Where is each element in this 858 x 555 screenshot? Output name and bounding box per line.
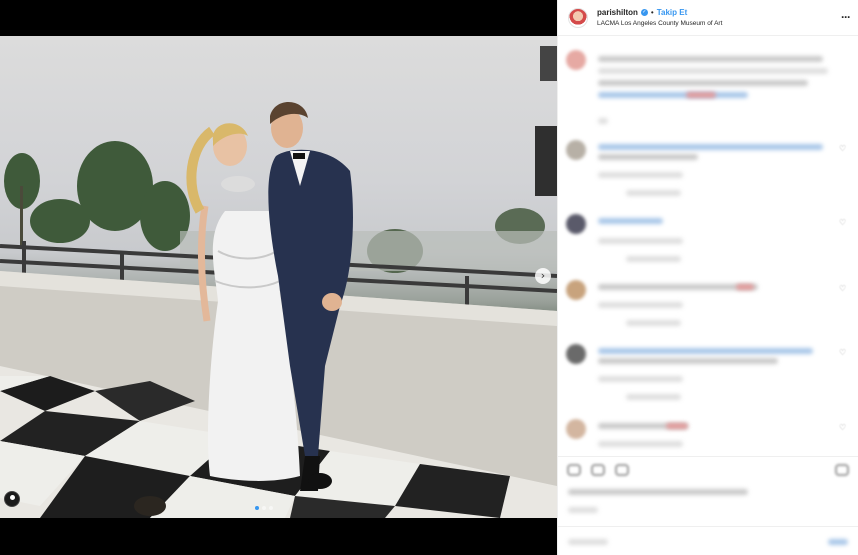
heart-icon[interactable]: ♡: [839, 285, 846, 293]
photo-scene: [0, 46, 557, 518]
separator-dot: •: [650, 7, 654, 17]
more-options-button[interactable]: ···: [841, 10, 851, 24]
heart-icon[interactable]: ♡: [839, 349, 846, 357]
post-photo[interactable]: [0, 36, 557, 518]
post-media-pane: ›: [0, 0, 557, 555]
more-horizontal-icon: ···: [841, 10, 851, 24]
location-link[interactable]: LACMA Los Angeles County Museum of Art: [597, 18, 722, 29]
avatar[interactable]: [566, 419, 586, 439]
post-comment-button[interactable]: [828, 539, 848, 545]
like-icon[interactable]: [567, 464, 581, 476]
avatar[interactable]: [566, 140, 586, 160]
username-link[interactable]: parishilton: [597, 7, 638, 18]
carousel-indicator: [255, 506, 273, 510]
heart-icon[interactable]: ♡: [839, 219, 846, 227]
verified-badge-icon: ✓: [640, 8, 648, 16]
post-header: parishilton ✓ • Takip Et LACMA Los Angel…: [558, 0, 858, 36]
avatar[interactable]: [566, 280, 586, 300]
next-image-button[interactable]: ›: [535, 268, 551, 284]
add-comment-bar: [558, 526, 858, 555]
heart-icon[interactable]: ♡: [839, 424, 846, 432]
avatar[interactable]: [566, 50, 586, 70]
comment-input[interactable]: [568, 539, 608, 545]
follow-button[interactable]: Takip Et: [657, 7, 688, 18]
post-sidebar: parishilton ✓ • Takip Et LACMA Los Angel…: [557, 0, 858, 555]
avatar[interactable]: [568, 7, 588, 28]
user-tags-button[interactable]: [4, 491, 20, 507]
avatar[interactable]: [566, 344, 586, 364]
save-icon[interactable]: [835, 464, 849, 476]
post-actions-bar: [558, 456, 858, 482]
heart-icon[interactable]: ♡: [839, 145, 846, 153]
comment-icon[interactable]: [591, 464, 605, 476]
chevron-right-icon: ›: [540, 269, 546, 282]
avatar[interactable]: [566, 214, 586, 234]
share-icon[interactable]: [615, 464, 629, 476]
carousel-dot: [262, 506, 266, 510]
carousel-dot: [269, 506, 273, 510]
carousel-dot: [255, 506, 259, 510]
